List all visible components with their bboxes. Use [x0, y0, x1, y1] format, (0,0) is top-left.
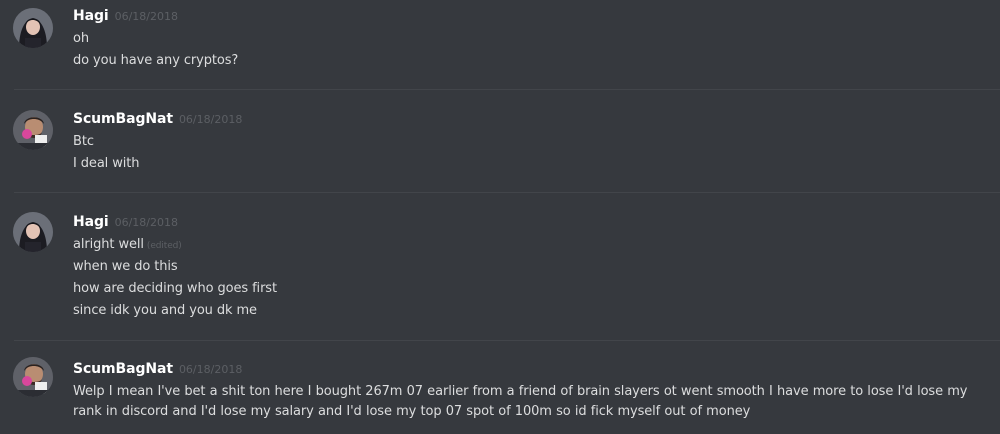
message-text: oh: [73, 31, 89, 46]
message-text: when we do this: [73, 259, 178, 274]
message-text: I deal with: [73, 156, 140, 171]
hagi-avatar-image: [13, 212, 53, 252]
username[interactable]: Hagi: [73, 214, 109, 230]
timestamp: 06/18/2018: [114, 10, 178, 23]
scumbagnat-avatar[interactable]: [13, 110, 53, 150]
message-divider: [14, 89, 1000, 90]
chat-messages: Hagi 06/18/2018 oh do you have any crypto…: [0, 0, 1000, 434]
timestamp: 06/18/2018: [178, 363, 243, 376]
username[interactable]: ScumBagNat: [73, 361, 173, 377]
scumbagnat-avatar[interactable]: [13, 357, 53, 397]
message-list: Btc I deal with: [73, 131, 988, 175]
message-text: since idk you and you dk me: [73, 303, 257, 318]
message-list: alright well (edited) when we do this how…: [73, 234, 988, 322]
message-divider: [14, 192, 1000, 193]
message-text: do you have any cryptos?: [73, 53, 239, 68]
message-text: Welp I mean I've bet a shit ton here I b…: [73, 384, 968, 419]
message-divider: [14, 340, 1000, 341]
hagi-avatar[interactable]: [13, 8, 53, 48]
message-list: Welp I mean I've bet a shit ton here I b…: [73, 382, 988, 422]
message-header: Hagi 06/18/2018: [73, 212, 178, 232]
username[interactable]: ScumBagNat: [73, 111, 173, 127]
scumbagnat-avatar-image: [13, 110, 53, 150]
edited-label: (edited): [146, 241, 182, 251]
message-header: Hagi 06/18/2018: [73, 6, 178, 26]
message-list: oh do you have any cryptos?: [73, 28, 988, 72]
message-header: ScumBagNat 06/18/2018: [73, 359, 242, 379]
timestamp: 06/18/2018: [114, 216, 178, 229]
message-header: ScumBagNat 06/18/2018: [73, 109, 242, 129]
hagi-avatar-image: [13, 8, 53, 48]
message-text: alright well (edited): [73, 234, 988, 256]
timestamp: 06/18/2018: [178, 113, 243, 126]
scumbagnat-avatar-image: [13, 357, 53, 397]
message-text: how are deciding who goes first: [73, 281, 277, 296]
message-text: Btc: [73, 134, 94, 149]
username[interactable]: Hagi: [73, 8, 109, 24]
message-text-content: alright well: [73, 237, 144, 252]
hagi-avatar[interactable]: [13, 212, 53, 252]
